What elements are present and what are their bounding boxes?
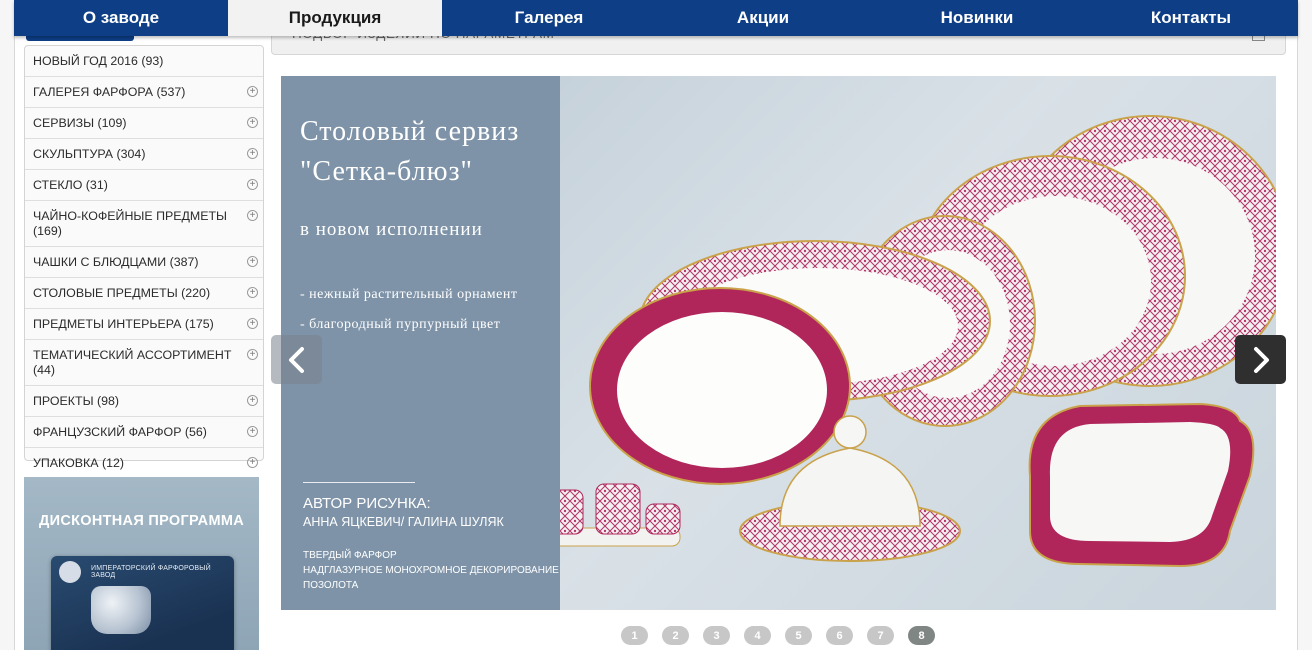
- expand-icon[interactable]: +: [247, 256, 258, 267]
- category-item-cups[interactable]: ЧАШКИ С БЛЮДЦАМИ (387) +: [25, 247, 263, 278]
- expand-icon[interactable]: +: [247, 349, 258, 360]
- main-navigation: О заводе Продукция Галерея Акции Новинки…: [14, 0, 1298, 36]
- slide-title: Столовый сервиз "Сетка-блюз": [300, 112, 519, 192]
- category-item-gallery[interactable]: ГАЛЕРЕЯ ФАРФОРА (537) +: [25, 77, 263, 108]
- nav-item-about[interactable]: О заводе: [14, 0, 228, 36]
- category-item-new-year[interactable]: НОВЫЙ ГОД 2016 (93): [25, 46, 263, 77]
- expand-icon[interactable]: +: [247, 318, 258, 329]
- slider-prev-button[interactable]: [271, 335, 322, 384]
- slide-dot-6[interactable]: 6: [826, 626, 853, 645]
- slide-title-line2: "Сетка-блюз": [300, 156, 473, 187]
- discount-title: ДИСКОНТНАЯ ПРОГРАММА: [39, 513, 244, 529]
- expand-icon[interactable]: +: [247, 117, 258, 128]
- tableware-illustration: [529, 115, 1276, 568]
- category-item-projects[interactable]: ПРОЕКТЫ (98) +: [25, 386, 263, 417]
- slide-feature-1: - нежный растительный орнамент: [300, 287, 518, 302]
- slide-material-3: ПОЗОЛОТА: [303, 580, 359, 591]
- square-bowl: [1028, 402, 1255, 568]
- slide-divider: [303, 482, 415, 483]
- category-label: СКУЛЬПТУРА (304): [33, 147, 146, 161]
- category-item-french[interactable]: ФРАНЦУЗСКИЙ ФАРФОР (56) +: [25, 417, 263, 448]
- category-label: ТЕМАТИЧЕСКИЙ АССОРТИМЕНТ (44): [33, 348, 232, 377]
- slide-author-names: АННА ЯЦКЕВИЧ/ ГАЛИНА ШУЛЯК: [303, 515, 504, 529]
- expand-icon[interactable]: +: [247, 287, 258, 298]
- category-item-tableware[interactable]: СТОЛОВЫЕ ПРЕДМЕТЫ (220) +: [25, 278, 263, 309]
- expand-icon[interactable]: +: [247, 426, 258, 437]
- pink-oval-platter: [589, 287, 851, 485]
- teapot-image: [91, 586, 151, 634]
- category-sidebar: НОВЫЙ ГОД 2016 (93) ГАЛЕРЕЯ ФАРФОРА (537…: [24, 45, 264, 470]
- category-label: СЕРВИЗЫ (109): [33, 116, 127, 130]
- category-item-sculpture[interactable]: СКУЛЬПТУРА (304) +: [25, 139, 263, 170]
- chevron-right-icon: [1253, 346, 1269, 373]
- category-item-sets[interactable]: СЕРВИЗЫ (109) +: [25, 108, 263, 139]
- card-brand-text: ИМПЕРАТОРСКИЙ ФАРФОРОВЫЙ ЗАВОД: [91, 565, 211, 579]
- category-item-glass[interactable]: СТЕКЛО (31) +: [25, 170, 263, 201]
- slider-next-button[interactable]: [1235, 335, 1286, 384]
- promo-slider[interactable]: Столовый сервиз "Сетка-блюз" в новом исп…: [281, 76, 1276, 610]
- page-background-left: [0, 0, 14, 650]
- slide-subtitle: в новом исполнении: [300, 219, 483, 240]
- slide-dot-5[interactable]: 5: [785, 626, 812, 645]
- category-label: ПРОЕКТЫ (98): [33, 394, 120, 408]
- category-label: СТЕКЛО (31): [33, 178, 108, 192]
- nav-item-gallery[interactable]: Галерея: [442, 0, 656, 36]
- nav-item-new[interactable]: Новинки: [870, 0, 1084, 36]
- slide-dot-8[interactable]: 8: [908, 626, 935, 645]
- discount-card-image: ИМПЕРАТОРСКИЙ ФАРФОРОВЫЙ ЗАВОД: [51, 556, 234, 650]
- salt-pepper-set: [529, 483, 681, 547]
- slide-dot-7[interactable]: 7: [867, 626, 894, 645]
- category-label: СТОЛОВЫЕ ПРЕДМЕТЫ (220): [33, 286, 211, 300]
- category-label: ГАЛЕРЕЯ ФАРФОРА (537): [33, 85, 186, 99]
- expand-icon[interactable]: +: [247, 210, 258, 221]
- category-item-tea-coffee[interactable]: ЧАЙНО-КОФЕЙНЫЕ ПРЕДМЕТЫ (169) +: [25, 201, 263, 247]
- category-label: НОВЫЙ ГОД 2016 (93): [33, 54, 164, 68]
- page-background-right: [1298, 0, 1312, 650]
- category-label: ФРАНЦУЗСКИЙ ФАРФОР (56): [33, 425, 207, 439]
- slide-dot-4[interactable]: 4: [744, 626, 771, 645]
- category-label: УПАКОВКА (12): [33, 456, 124, 470]
- category-label: ЧАШКИ С БЛЮДЦАМИ (387): [33, 255, 199, 269]
- slide-feature-2: - благородный пурпурный цвет: [300, 317, 501, 332]
- slide-text-panel: Столовый сервиз "Сетка-блюз" в новом исп…: [281, 76, 560, 610]
- category-label: ЧАЙНО-КОФЕЙНЫЕ ПРЕДМЕТЫ (169): [33, 209, 228, 238]
- slide-title-line1: Столовый сервиз: [300, 116, 520, 147]
- emblem-icon: [59, 561, 81, 583]
- expand-icon[interactable]: +: [247, 395, 258, 406]
- slider-pagination: 1 2 3 4 5 6 7 8: [621, 626, 935, 645]
- expand-icon[interactable]: +: [247, 86, 258, 97]
- expand-icon[interactable]: +: [247, 457, 258, 468]
- slide-dot-1[interactable]: 1: [621, 626, 648, 645]
- expand-icon[interactable]: +: [247, 148, 258, 159]
- expand-icon[interactable]: +: [247, 179, 258, 190]
- slide-author-heading: АВТОР РИСУНКА:: [303, 495, 431, 512]
- category-label: ПРЕДМЕТЫ ИНТЕРЬЕРА (175): [33, 317, 214, 331]
- slide-dot-3[interactable]: 3: [703, 626, 730, 645]
- nav-item-promotions[interactable]: Акции: [656, 0, 870, 36]
- category-item-interior[interactable]: ПРЕДМЕТЫ ИНТЕРЬЕРА (175) +: [25, 309, 263, 340]
- slide-product-photo: [529, 76, 1276, 610]
- nav-item-contacts[interactable]: Контакты: [1084, 0, 1298, 36]
- category-item-thematic[interactable]: ТЕМАТИЧЕСКИЙ АССОРТИМЕНТ (44) +: [25, 340, 263, 386]
- slide-material-2: НАДГЛАЗУРНОЕ МОНОХРОМНОЕ ДЕКОРИРОВАНИЕ: [303, 565, 559, 576]
- slide-dot-2[interactable]: 2: [662, 626, 689, 645]
- chevron-left-icon: [288, 346, 304, 373]
- discount-program-banner[interactable]: ДИСКОНТНАЯ ПРОГРАММА ИМПЕРАТОРСКИЙ ФАРФО…: [24, 477, 259, 650]
- nav-item-products[interactable]: Продукция: [228, 0, 442, 36]
- slide-material-1: ТВЕРДЫЙ ФАРФОР: [303, 550, 397, 561]
- category-item-packaging[interactable]: УПАКОВКА (12) +: [25, 448, 263, 478]
